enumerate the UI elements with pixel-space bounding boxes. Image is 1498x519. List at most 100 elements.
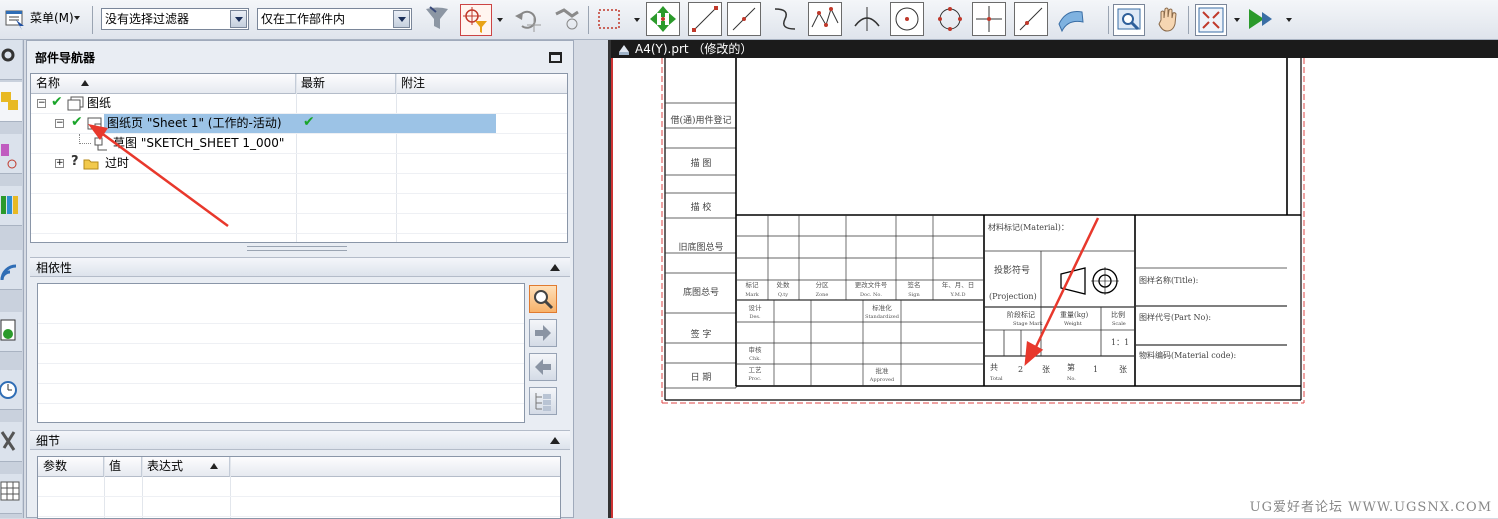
details-header[interactable]: 细节	[30, 430, 570, 450]
chevron-down-icon[interactable]	[230, 10, 247, 28]
render-style-icon[interactable]	[1244, 4, 1274, 34]
zhang-label: 张	[1119, 365, 1127, 374]
arrow-left-icon	[535, 359, 551, 375]
part-file-icon	[619, 45, 629, 55]
revision-header-en: Sign	[908, 292, 920, 298]
projection-label: 投影符号	[994, 264, 1030, 276]
details-table: 参数 值 表达式	[37, 456, 561, 519]
snap-arrows-icon	[650, 6, 676, 32]
snap-endpoint-button[interactable]	[688, 2, 722, 36]
graphics-window-title: A4(Y).prt （修改的）	[611, 40, 1498, 58]
column-header-expression[interactable]: 表达式	[142, 457, 230, 477]
register-label: 描 校	[691, 201, 712, 213]
gear-icon	[1, 48, 15, 62]
point-on-surface-icon[interactable]	[1056, 4, 1086, 34]
selection-filter-value: 没有选择过滤器	[105, 12, 190, 26]
column-header-value[interactable]: 值	[104, 457, 142, 477]
chevron-down-icon[interactable]	[393, 10, 410, 28]
annotation-arrow	[1024, 217, 1100, 367]
quadrant-point-icon[interactable]	[935, 4, 965, 34]
clock-icon	[0, 381, 17, 399]
previous-button[interactable]	[529, 353, 557, 381]
dependency-zoom-button[interactable]	[529, 285, 557, 313]
snap-link-icon[interactable]	[552, 4, 582, 34]
revision-header-en: Q.ty	[778, 292, 788, 298]
circle-center-icon	[895, 7, 919, 31]
fit-view-button[interactable]	[1195, 4, 1227, 36]
graphics-window[interactable]: A4(Y).prt （修改的） 借(通)用件登记 描 图 描 校 旧底图总号 底…	[608, 40, 1498, 518]
menu-button[interactable]: 菜单(M)	[2, 6, 84, 32]
collapse-icon[interactable]: −	[37, 99, 46, 108]
arrow-right-icon	[535, 325, 551, 341]
collapse-up-icon[interactable]	[550, 264, 560, 271]
sign-row-label: 审核	[749, 345, 763, 354]
register-label: 日 期	[691, 372, 712, 383]
clock-tab[interactable]	[0, 370, 22, 410]
dependencies-title: 相依性	[36, 261, 73, 275]
register-label: 签 字	[691, 328, 712, 340]
maximize-button[interactable]	[549, 52, 562, 63]
zhang-label: 张	[1042, 365, 1050, 374]
library-icon	[1, 196, 18, 214]
column-header-latest[interactable]: 最新	[296, 74, 396, 94]
snap-filter-button[interactable]	[460, 4, 492, 36]
grid-icon	[0, 481, 20, 501]
selection-box-icon[interactable]	[594, 4, 624, 34]
undo-arrow-icon[interactable]	[512, 4, 542, 34]
snap-midpoint-button[interactable]	[727, 2, 761, 36]
register-label: 底图总号	[683, 286, 719, 298]
snap-center-button[interactable]	[890, 2, 924, 36]
splitter[interactable]	[247, 246, 347, 251]
panel-resize-gutter[interactable]	[576, 40, 606, 518]
column-header-comment[interactable]: 附注	[396, 74, 567, 94]
resource-bar	[0, 40, 24, 518]
first-angle-projection-icon	[1060, 267, 1119, 295]
sign-row-label: 工艺	[749, 366, 763, 374]
drawing-sheet: 借(通)用件登记 描 图 描 校 旧底图总号 底图总号 签 字 日 期 标记 处…	[661, 58, 1305, 404]
web-browser-tab[interactable]	[0, 250, 22, 290]
snap-enable-button[interactable]	[646, 2, 680, 36]
assembly-navigator-tab[interactable]	[0, 82, 22, 122]
fit-view-icon	[1198, 7, 1224, 33]
snap-intersection-button[interactable]	[808, 2, 842, 36]
revision-header: 签名	[908, 280, 921, 289]
arc-center-icon[interactable]	[852, 4, 882, 34]
settings-tab[interactable]	[0, 40, 22, 80]
roles-tab[interactable]	[0, 422, 22, 462]
snap-existing-point-button[interactable]	[972, 2, 1006, 36]
column-header-parameter[interactable]: 参数	[38, 457, 104, 477]
filter-icon[interactable]	[422, 4, 452, 34]
projection-label-en: (Projection)	[989, 292, 1037, 301]
next-button[interactable]	[529, 319, 557, 347]
pan-hand-icon[interactable]	[1153, 4, 1183, 34]
selection-scope-combo[interactable]: 仅在工作部件内	[257, 8, 412, 30]
approve-label-en: Approved	[869, 377, 895, 383]
scale-label: 比例	[1111, 310, 1125, 319]
check-icon: ✔	[51, 94, 63, 110]
total-label-en: Total	[990, 376, 1003, 382]
control-point-icon[interactable]	[770, 4, 800, 34]
title-name-label: 图样名称(Title):	[1139, 275, 1198, 285]
register-label: 旧底图总号	[678, 241, 723, 253]
register-label: 描 图	[691, 157, 712, 169]
revision-header-en: Y.M.D	[950, 292, 966, 298]
reuse-library-tab[interactable]	[0, 186, 22, 226]
tree-view-button[interactable]	[529, 387, 557, 415]
point-on-curve-icon	[1019, 7, 1043, 31]
revision-header: 处数	[777, 280, 791, 289]
system-materials-tab[interactable]	[0, 474, 22, 514]
part-navigator-tab[interactable]	[0, 134, 22, 174]
snap-point-on-curve-button[interactable]	[1014, 2, 1048, 36]
crosshair-filter-icon	[463, 7, 487, 33]
scale-value: 1：1	[1111, 338, 1129, 347]
dependencies-header[interactable]: 相依性	[30, 257, 570, 277]
watermark-text: UG爱好者论坛 WWW.UGSNX.COM	[1249, 500, 1492, 515]
selection-filter-combo[interactable]: 没有选择过滤器	[101, 8, 249, 30]
sheet-count: 2	[1018, 365, 1023, 374]
part-no-label: 图样代号(Part No):	[1139, 312, 1211, 322]
magnifier-icon	[534, 290, 554, 310]
zoom-window-button[interactable]	[1113, 4, 1145, 36]
history-tab[interactable]	[0, 312, 22, 352]
column-header-name[interactable]: 名称	[31, 74, 296, 94]
collapse-up-icon[interactable]	[550, 437, 560, 444]
